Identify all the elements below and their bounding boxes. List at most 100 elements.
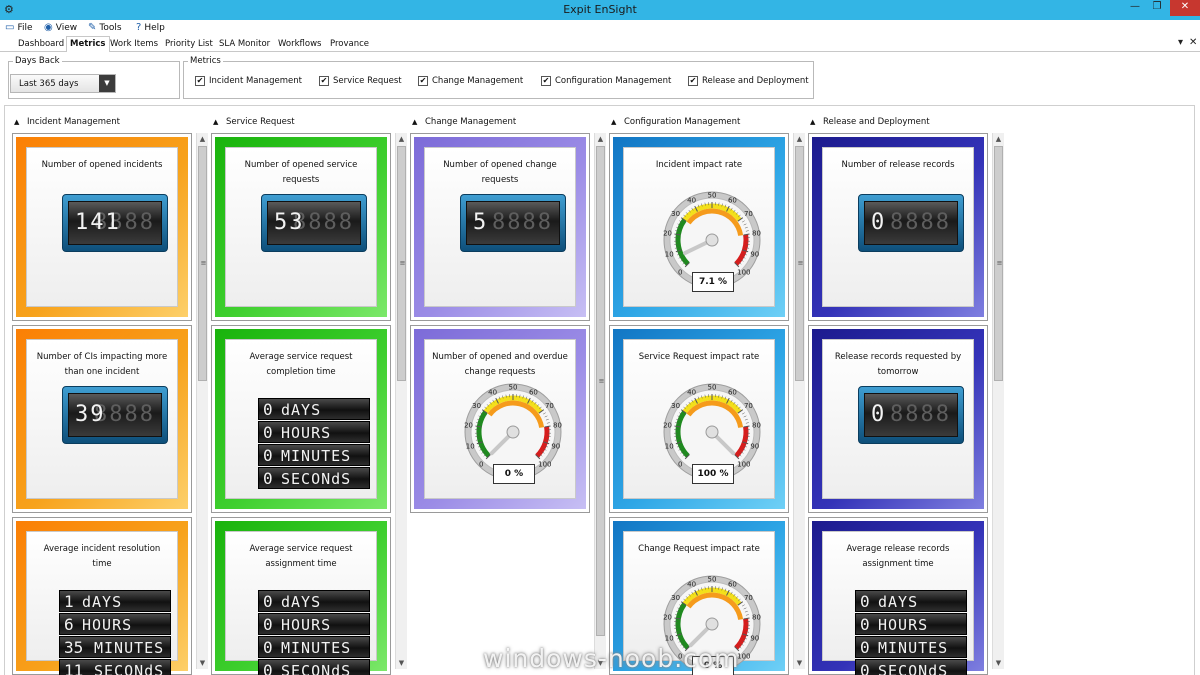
- scroll-up-icon[interactable]: ▲: [595, 133, 606, 145]
- menu-tools[interactable]: ✎ Tools: [88, 21, 122, 35]
- gauge-value: 7.1 %: [692, 272, 734, 292]
- duration-number: 0: [860, 615, 870, 634]
- duration-display: 0 dAYS 0 HOURS 0 MINUTES 0 SECONdS: [855, 590, 967, 675]
- checkbox-label: Change Management: [432, 76, 524, 86]
- scroll-down-icon[interactable]: ▼: [993, 657, 1004, 669]
- metric-tile[interactable]: Number of opened service requests 8888 53: [211, 133, 391, 321]
- tab-dashboard[interactable]: Dashboard: [18, 37, 64, 51]
- lcd-display: 8888 0: [864, 393, 958, 437]
- tab-priority-list[interactable]: Priority List: [165, 37, 213, 51]
- tile-title: Incident impact rate: [655, 160, 743, 170]
- metric-tile[interactable]: Number of release records 8888 0: [808, 133, 988, 321]
- scroll-down-icon[interactable]: ▼: [396, 657, 407, 669]
- scroll-down-icon[interactable]: ▼: [794, 657, 805, 669]
- tab-bar: Dashboard Metrics Work Items Priority Li…: [0, 36, 1200, 52]
- scroll-thumb[interactable]: ≡: [596, 146, 605, 636]
- column-header[interactable]: ▲ Change Management: [412, 116, 516, 128]
- scroll-thumb[interactable]: ≡: [397, 146, 406, 381]
- gauge-tick-label: 70: [744, 402, 753, 410]
- check-icon[interactable]: ✔: [688, 75, 698, 86]
- column-header[interactable]: ▲ Release and Deployment: [810, 116, 930, 128]
- scroll-up-icon[interactable]: ▲: [197, 133, 208, 145]
- metric-tile[interactable]: Number of opened incidents 8888 141: [12, 133, 192, 321]
- checkbox-configuration-management[interactable]: ✔ Configuration Management: [541, 75, 671, 87]
- tab-workflows[interactable]: Workflows: [278, 37, 321, 51]
- metric-tile[interactable]: Incident impact rate 0 10 20 30 40 50 60 70 80 90 1…: [609, 133, 789, 321]
- menu-view[interactable]: ◉ View: [44, 21, 77, 35]
- menu-label: View: [55, 23, 78, 33]
- tile-title: Change Request impact rate: [638, 544, 760, 554]
- days-back-legend: Days Back: [13, 56, 62, 67]
- column-header[interactable]: ▲ Incident Management: [14, 116, 120, 128]
- metric-tile[interactable]: Average incident resolution time 1 dAYS 6 HO…: [12, 517, 192, 675]
- metric-tile[interactable]: Number of CIs impacting more than one in…: [12, 325, 192, 513]
- checkbox-change-management[interactable]: ✔ Change Management: [418, 75, 523, 87]
- metric-tile[interactable]: Average service request assignment time 0…: [211, 517, 391, 675]
- checkbox-incident-management[interactable]: ✔ Incident Management: [195, 75, 302, 87]
- column-header[interactable]: ▲ Service Request: [213, 116, 295, 128]
- counter-value: 5: [473, 210, 489, 235]
- check-icon[interactable]: ✔: [541, 75, 551, 86]
- tile-color-frame: Average release records assignment time 0…: [812, 521, 984, 675]
- column-scrollbar[interactable]: ▲ ≡ ▼: [395, 133, 407, 669]
- gauge-hub: [705, 233, 719, 247]
- tab-work-items[interactable]: Work Items: [110, 37, 158, 51]
- column-scrollbar[interactable]: ▲ ≡ ▼: [992, 133, 1004, 669]
- collapse-caret-icon[interactable]: ▲: [810, 116, 820, 128]
- duration-number: 0: [263, 615, 273, 634]
- column-scrollbar[interactable]: ▲ ≡ ▼: [793, 133, 805, 669]
- metric-tile[interactable]: Average release records assignment time 0…: [808, 517, 988, 675]
- duration-row: 0 SECONdS: [258, 467, 370, 489]
- tab-sla-monitor[interactable]: SLA Monitor: [219, 37, 270, 51]
- column-header[interactable]: ▲ Configuration Management: [611, 116, 740, 128]
- scroll-down-icon[interactable]: ▼: [197, 657, 208, 669]
- checkbox-release-deployment[interactable]: ✔ Release and Deployment: [688, 75, 809, 87]
- chevron-down-icon[interactable]: ▼: [99, 75, 115, 92]
- minimize-button[interactable]: —: [1124, 0, 1146, 16]
- metric-tile[interactable]: Average service request completion time 0…: [211, 325, 391, 513]
- check-icon[interactable]: ✔: [195, 75, 205, 86]
- metric-tile[interactable]: Service Request impact rate 0 10 20 30 40 50 60…: [609, 325, 789, 513]
- days-back-select[interactable]: Last 365 days ▼: [10, 74, 116, 93]
- duration-number: 0: [263, 446, 273, 465]
- checkbox-label: Release and Deployment: [702, 76, 809, 86]
- checkbox-service-request[interactable]: ✔ Service Request: [319, 75, 402, 87]
- tab-provance[interactable]: Provance: [330, 37, 369, 51]
- tile-title: Average service request completion time: [249, 352, 353, 377]
- duration-number: 0: [263, 469, 273, 488]
- duration-row: 1 dAYS: [59, 590, 171, 612]
- tab-metrics[interactable]: Metrics: [66, 36, 110, 52]
- metric-tile[interactable]: Release records requested by tomorrow 888…: [808, 325, 988, 513]
- duration-unit: dAYS: [878, 593, 919, 611]
- close-button[interactable]: ✕: [1170, 0, 1200, 16]
- scroll-up-icon[interactable]: ▲: [396, 133, 407, 145]
- question-icon: ?: [136, 22, 142, 33]
- column-scrollbar[interactable]: ▲ ≡ ▼: [594, 133, 606, 669]
- checkbox-label: Configuration Management: [555, 76, 672, 86]
- duration-unit: SECONdS: [281, 662, 352, 675]
- menu-file[interactable]: ▭ File: [5, 21, 33, 35]
- collapse-caret-icon[interactable]: ▲: [213, 116, 223, 128]
- metric-tile[interactable]: Number of opened change requests 8888 5: [410, 133, 590, 321]
- collapse-caret-icon[interactable]: ▲: [611, 116, 621, 128]
- collapse-caret-icon[interactable]: ▲: [412, 116, 422, 128]
- check-icon[interactable]: ✔: [319, 75, 329, 86]
- collapse-caret-icon[interactable]: ▲: [14, 116, 24, 128]
- tab-list-dropdown-icon[interactable]: ▾: [1178, 36, 1183, 50]
- metric-tile[interactable]: Number of opened and overdue change requ…: [410, 325, 590, 513]
- scroll-thumb[interactable]: ≡: [994, 146, 1003, 381]
- scroll-up-icon[interactable]: ▲: [794, 133, 805, 145]
- duration-unit: MINUTES: [281, 639, 352, 657]
- scroll-thumb[interactable]: ≡: [795, 146, 804, 381]
- check-icon[interactable]: ✔: [418, 75, 428, 86]
- counter-value: 0: [871, 210, 887, 235]
- lcd-display: 8888 5: [466, 201, 560, 245]
- scroll-up-icon[interactable]: ▲: [993, 133, 1004, 145]
- tab-close-icon[interactable]: ✕: [1189, 36, 1197, 50]
- duration-unit: MINUTES: [878, 639, 949, 657]
- maximize-button[interactable]: ❐: [1146, 0, 1168, 16]
- duration-unit: MINUTES: [281, 447, 352, 465]
- scroll-thumb[interactable]: ≡: [198, 146, 207, 381]
- column-scrollbar[interactable]: ▲ ≡ ▼: [196, 133, 208, 669]
- menu-help[interactable]: ? Help: [136, 21, 165, 35]
